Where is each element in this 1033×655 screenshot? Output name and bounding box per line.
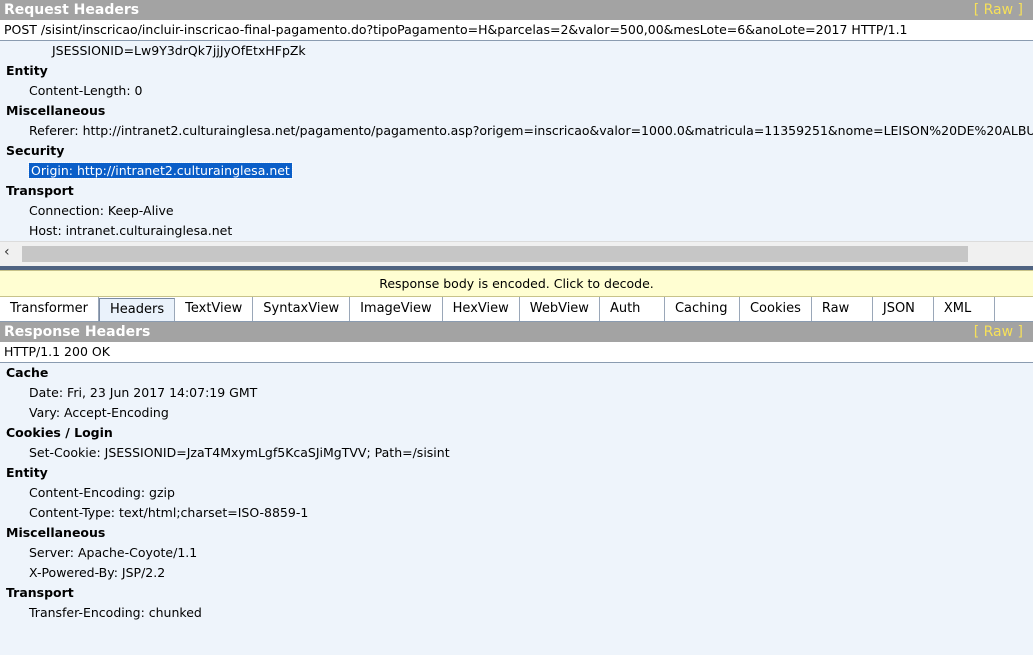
scrollbar-thumb[interactable] <box>22 246 968 262</box>
header-server[interactable]: Server: Apache-Coyote/1.1 <box>0 543 1033 563</box>
tab-headers[interactable]: Headers <box>99 298 176 321</box>
tab-auth[interactable]: Auth <box>600 297 665 321</box>
tab-webview[interactable]: WebView <box>520 297 600 321</box>
decode-notice-bar[interactable]: Response body is encoded. Click to decod… <box>0 270 1033 297</box>
horizontal-scrollbar[interactable]: ‹ <box>0 241 1033 266</box>
inspector-tabs: Transformer Headers TextView SyntaxView … <box>0 297 1033 322</box>
response-headers-title: Response Headers <box>4 324 151 340</box>
group-entity[interactable]: Entity <box>0 61 1033 81</box>
request-headers-header: Request Headers [ Raw ] <box>0 0 1033 20</box>
cookie-header-fragment[interactable]: JSESSIONID=Lw9Y3drQk7jjJyOfEtxHFpZk <box>0 41 1033 61</box>
header-date[interactable]: Date: Fri, 23 Jun 2017 14:07:19 GMT <box>0 383 1033 403</box>
header-x-powered-by[interactable]: X-Powered-By: JSP/2.2 <box>0 563 1033 583</box>
response-headers-tree: Cache Date: Fri, 23 Jun 2017 14:07:19 GM… <box>0 363 1033 623</box>
header-content-type[interactable]: Content-Type: text/html;charset=ISO-8859… <box>0 503 1033 523</box>
tab-json[interactable]: JSON <box>873 297 934 321</box>
header-origin-row[interactable]: Origin: http://intranet2.culturainglesa.… <box>0 161 1033 181</box>
header-connection[interactable]: Connection: Keep-Alive <box>0 201 1033 221</box>
tab-imageview[interactable]: ImageView <box>350 297 443 321</box>
header-origin-selected[interactable]: Origin: http://intranet2.culturainglesa.… <box>28 162 293 179</box>
group-response-entity[interactable]: Entity <box>0 463 1033 483</box>
response-raw-link[interactable]: [ Raw ] <box>974 322 1023 342</box>
request-first-line[interactable]: POST /sisint/inscricao/incluir-inscricao… <box>0 20 1033 41</box>
group-response-transport[interactable]: Transport <box>0 583 1033 603</box>
tab-transformer[interactable]: Transformer <box>0 297 100 321</box>
header-content-length[interactable]: Content-Length: 0 <box>0 81 1033 101</box>
request-headers-tree: JSESSIONID=Lw9Y3drQk7jjJyOfEtxHFpZk Enti… <box>0 41 1033 241</box>
group-response-miscellaneous[interactable]: Miscellaneous <box>0 523 1033 543</box>
header-transfer-encoding[interactable]: Transfer-Encoding: chunked <box>0 603 1033 623</box>
tab-raw[interactable]: Raw <box>812 297 873 321</box>
header-referer[interactable]: Referer: http://intranet2.culturainglesa… <box>0 121 1033 141</box>
response-headers-header: Response Headers [ Raw ] <box>0 322 1033 342</box>
group-cache[interactable]: Cache <box>0 363 1033 383</box>
request-raw-link[interactable]: [ Raw ] <box>974 0 1023 20</box>
tab-textview[interactable]: TextView <box>175 297 254 321</box>
header-set-cookie[interactable]: Set-Cookie: JSESSIONID=JzaT4MxymLgf5KcaS… <box>0 443 1033 463</box>
group-transport[interactable]: Transport <box>0 181 1033 201</box>
tab-hexview[interactable]: HexView <box>443 297 520 321</box>
tab-cookies[interactable]: Cookies <box>740 297 812 321</box>
group-cookies-login[interactable]: Cookies / Login <box>0 423 1033 443</box>
group-miscellaneous[interactable]: Miscellaneous <box>0 101 1033 121</box>
request-headers-title: Request Headers <box>4 2 140 18</box>
tab-caching[interactable]: Caching <box>665 297 740 321</box>
header-vary[interactable]: Vary: Accept-Encoding <box>0 403 1033 423</box>
tab-xml[interactable]: XML <box>934 297 995 321</box>
chevron-left-icon[interactable]: ‹ <box>4 244 10 260</box>
header-host[interactable]: Host: intranet.culturainglesa.net <box>0 221 1033 241</box>
tab-syntaxview[interactable]: SyntaxView <box>253 297 351 321</box>
group-security[interactable]: Security <box>0 141 1033 161</box>
header-content-encoding[interactable]: Content-Encoding: gzip <box>0 483 1033 503</box>
response-first-line[interactable]: HTTP/1.1 200 OK <box>0 342 1033 363</box>
